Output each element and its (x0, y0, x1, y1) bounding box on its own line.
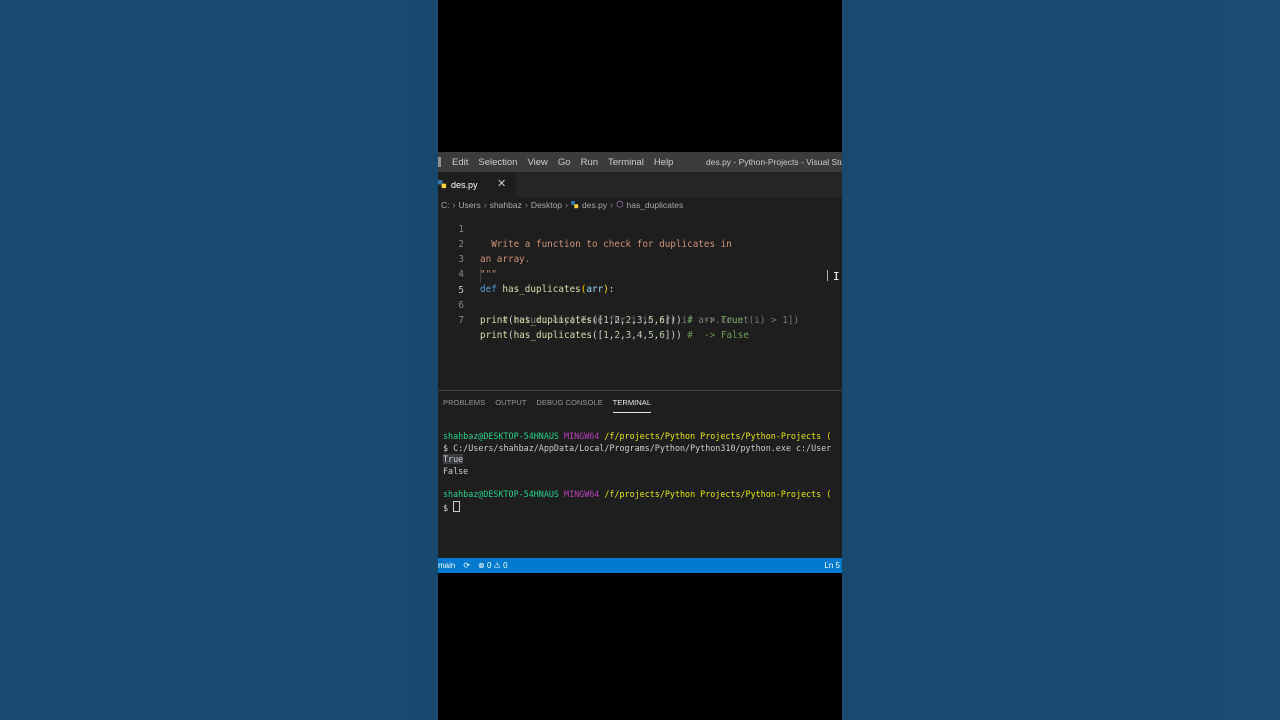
terminal-blank (443, 477, 842, 489)
breadcrumb: C: › Users › shahbaz › Desktop › des.py … (438, 197, 842, 212)
terminal[interactable]: shahbaz@DESKTOP-54HNAUS MINGW64 /f/proje… (443, 431, 842, 555)
menu-help[interactable]: Help (649, 157, 679, 168)
menu-selection[interactable]: Selection (473, 157, 522, 168)
file-menu-edge[interactable] (438, 157, 441, 167)
error-count: 0 (486, 561, 492, 570)
breadcrumb-desktop[interactable]: Desktop (531, 200, 562, 210)
video-frame: Edit Selection View Go Run Terminal Help… (438, 0, 842, 720)
close-icon[interactable]: ✕ (497, 178, 506, 190)
terminal-output-line: True (443, 454, 842, 466)
branch-name[interactable]: main (438, 561, 455, 570)
tab-des-py[interactable]: des.py ✕ (438, 172, 516, 197)
status-bar: main ⟳ ⊗ 0 ⚠ 0 Ln 5 (438, 558, 842, 573)
cursor-position[interactable]: Ln 5 (824, 558, 840, 573)
tab-bar: des.py ✕ (438, 172, 842, 197)
sync-icon[interactable]: ⟳ (463, 561, 470, 570)
python-file-icon (438, 180, 447, 189)
code-line: 3 """ (438, 237, 842, 280)
chevron-right-icon: › (565, 199, 569, 210)
tab-terminal[interactable]: TERMINAL (608, 391, 656, 415)
problems-indicator[interactable]: ⊗ 0 ⚠ 0 (478, 561, 507, 570)
window-title: des.py - Python-Projects - Visual Studi (706, 157, 842, 167)
chevron-right-icon: › (452, 199, 456, 210)
bottom-panel: PROBLEMS OUTPUT DEBUG CONSOLE TERMINAL s… (438, 390, 842, 559)
terminal-path: /f/projects/Python Projects/Python-Proje… (604, 431, 832, 441)
breadcrumb-symbol[interactable]: has_duplicates (627, 200, 684, 210)
vscode-window: Edit Selection View Go Run Terminal Help… (438, 152, 842, 573)
menu-bar: Edit Selection View Go Run Terminal Help… (438, 152, 842, 172)
warning-count: 0 (503, 561, 508, 570)
menu-run[interactable]: Run (576, 157, 603, 168)
function-symbol-icon: ⬡ (616, 199, 624, 209)
code-line: 4 def has_duplicates(arr): (438, 252, 842, 295)
breadcrumb-shahbaz[interactable]: shahbaz (490, 200, 522, 210)
terminal-prompt: $ (443, 502, 454, 513)
indent-guide (480, 268, 481, 283)
terminal-path: /f/projects/Python Projects/Python-Proje… (604, 488, 832, 499)
terminal-output-true: True (443, 454, 464, 465)
code-text: print(has_duplicates([1,2,3,4,5,6])) # -… (480, 330, 749, 341)
terminal-mingw: MINGW64 (564, 488, 600, 499)
code-editor[interactable]: 1 Write a function to check for duplicat… (438, 212, 842, 390)
terminal-command: $ C:/Users/shahbaz/AppData/Local/Program… (443, 442, 832, 453)
code-line: 6 print(has_duplicates([1,2,2,3,5,6])) #… (438, 283, 842, 326)
menu-edit[interactable]: Edit (447, 157, 473, 168)
terminal-prompt-line: shahbaz@DESKTOP-54HNAUS MINGW64 /f/proje… (443, 489, 842, 501)
menu-terminal[interactable]: Terminal (603, 157, 649, 168)
terminal-output-false: False (443, 465, 469, 476)
code-line: 1 Write a function to check for duplicat… (438, 212, 842, 250)
warning-icon: ⚠ (493, 561, 501, 570)
code-line: 2 an array. (438, 222, 842, 265)
ibeam-cursor-icon: I (833, 270, 840, 283)
breadcrumb-file[interactable]: des.py (582, 200, 607, 210)
breadcrumb-drive[interactable]: C: (441, 200, 450, 210)
terminal-mingw: MINGW64 (564, 431, 600, 441)
terminal-input-line: $ (443, 500, 842, 513)
menu-go[interactable]: Go (553, 157, 576, 168)
tab-output[interactable]: OUTPUT (490, 391, 531, 415)
chevron-right-icon: › (610, 199, 614, 210)
terminal-user: shahbaz@DESKTOP-54HNAUS (443, 431, 559, 441)
code-text: print(has_duplicates([1,2,2,3,5,6])) # -… (480, 315, 744, 326)
terminal-prompt-line: shahbaz@DESKTOP-54HNAUS MINGW64 /f/proje… (443, 431, 842, 443)
chevron-right-icon: › (524, 199, 528, 210)
code-line: 7 print(has_duplicates([1,2,3,4,5,6])) #… (438, 298, 842, 341)
terminal-user: shahbaz@DESKTOP-54HNAUS (443, 488, 559, 499)
menu-view[interactable]: View (522, 157, 552, 168)
terminal-cursor (453, 500, 461, 512)
code-line-active: 5 # return any([True for i in arr if arr… (438, 268, 842, 326)
tab-debug-console[interactable]: DEBUG CONSOLE (531, 391, 607, 415)
breadcrumb-users[interactable]: Users (459, 200, 481, 210)
line-number: 7 (458, 315, 464, 326)
python-file-icon (571, 200, 579, 208)
panel-tabs: PROBLEMS OUTPUT DEBUG CONSOLE TERMINAL (438, 391, 842, 415)
text-cursor (827, 270, 828, 281)
tab-label: des.py (451, 179, 478, 190)
chevron-right-icon: › (483, 199, 487, 210)
error-icon: ⊗ (478, 561, 485, 570)
tab-problems[interactable]: PROBLEMS (438, 391, 490, 415)
